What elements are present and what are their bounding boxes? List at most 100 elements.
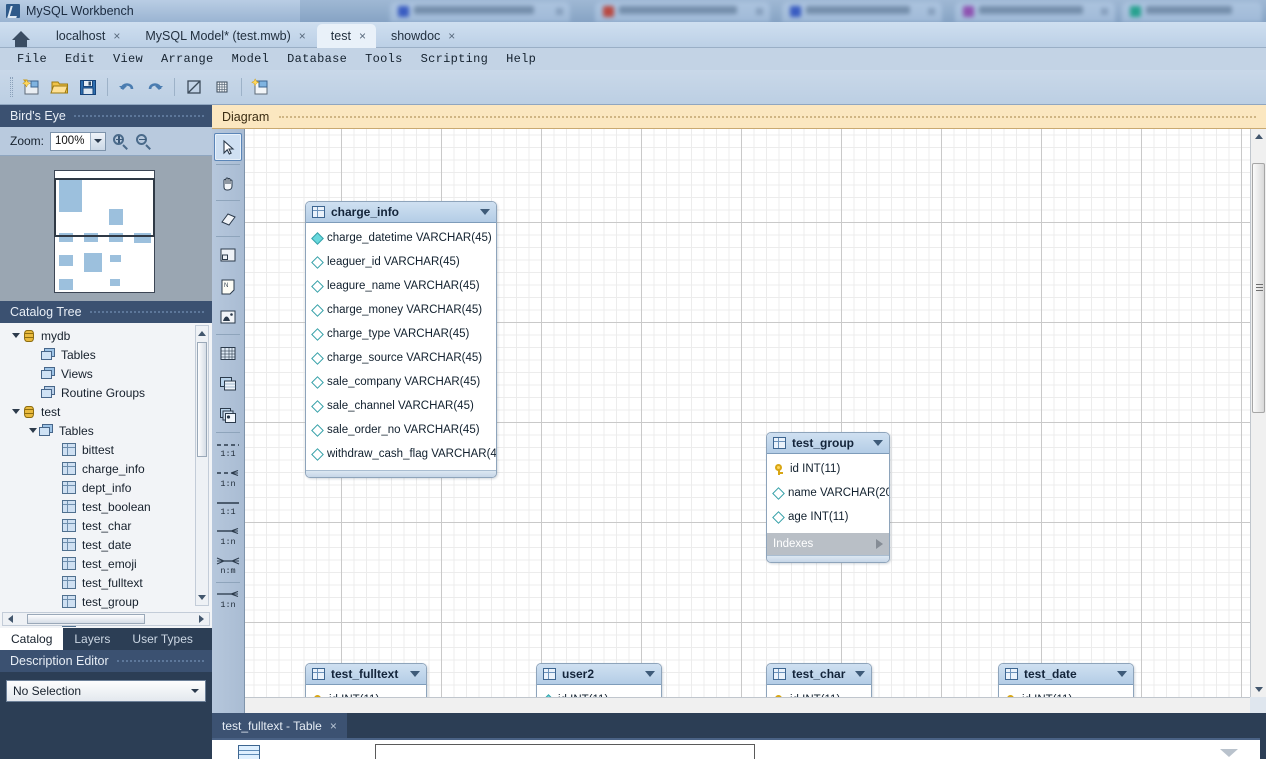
chevron-down-icon[interactable] <box>645 671 655 677</box>
menu-edit[interactable]: Edit <box>56 52 104 66</box>
tree-node-test-char[interactable]: test_char <box>0 516 195 535</box>
column-row[interactable]: age INT(11) <box>767 505 889 529</box>
scroll-left-icon[interactable] <box>4 613 17 625</box>
close-icon[interactable]: × <box>299 29 306 43</box>
column-row[interactable]: id INT(11) <box>999 688 1133 697</box>
tree-node-test-emoji[interactable]: test_emoji <box>0 554 195 573</box>
table-figure-header[interactable]: charge_info <box>306 202 496 223</box>
toggle-grid-icon[interactable] <box>181 74 207 100</box>
close-icon[interactable] <box>928 8 935 15</box>
column-row[interactable]: charge_money VARCHAR(45) <box>306 298 496 322</box>
table-figure-header[interactable]: test_char <box>767 664 871 685</box>
description-selection-combobox[interactable]: No Selection <box>6 680 206 702</box>
workbench-tab-localhost[interactable]: localhost × <box>42 24 130 48</box>
workbench-tab-mysql-model[interactable]: MySQL Model* (test.mwb) × <box>131 24 315 48</box>
menu-scripting[interactable]: Scripting <box>412 52 498 66</box>
save-model-icon[interactable] <box>75 74 101 100</box>
layer-tool[interactable] <box>214 241 242 269</box>
table-figure-user2[interactable]: user2 id INT(11) <box>536 663 662 697</box>
open-model-icon[interactable] <box>47 74 73 100</box>
table-figure-header[interactable]: test_fulltext <box>306 664 426 685</box>
tree-node-mydb-routine-groups[interactable]: Routine Groups <box>0 383 195 402</box>
tree-node-test-date[interactable]: test_date <box>0 535 195 554</box>
tree-node-test-fulltext[interactable]: test_fulltext <box>0 573 195 592</box>
table-name-field[interactable] <box>375 744 755 759</box>
column-row[interactable]: charge_source VARCHAR(45) <box>306 346 496 370</box>
zoom-in-icon[interactable] <box>112 133 129 150</box>
column-row[interactable]: id INT(11) <box>306 688 426 697</box>
chevron-down-icon[interactable] <box>1117 671 1127 677</box>
scroll-up-icon[interactable] <box>196 327 208 340</box>
relation-1to1-identifying-tool[interactable]: 1:1 <box>214 437 242 463</box>
catalog-vertical-scrollbar[interactable] <box>195 325 209 606</box>
workbench-tab-showdoc[interactable]: showdoc × <box>377 24 465 48</box>
column-row[interactable]: id INT(11) <box>767 457 889 481</box>
tree-node-test-tables[interactable]: Tables <box>0 421 195 440</box>
column-row[interactable]: id INT(11) <box>767 688 871 697</box>
table-figure-header[interactable]: test_date <box>999 664 1133 685</box>
sidebar-tab-user-types[interactable]: User Types <box>121 628 203 650</box>
column-row[interactable]: id INT(11) <box>537 688 661 697</box>
toolbar-grip[interactable] <box>10 77 13 97</box>
note-tool[interactable]: N <box>214 272 242 300</box>
background-browser-tab[interactable] <box>782 2 942 22</box>
workbench-tab-test[interactable]: test × <box>316 24 376 48</box>
birds-eye-view[interactable] <box>0 156 212 301</box>
new-table-tool[interactable] <box>214 339 242 367</box>
table-figure-test-char[interactable]: test_char id INT(11) <box>766 663 872 697</box>
scroll-up-icon[interactable] <box>1251 129 1266 144</box>
menu-arrange[interactable]: Arrange <box>152 52 223 66</box>
tree-node-charge-info[interactable]: charge_info <box>0 459 195 478</box>
canvas-vertical-scrollbar[interactable] <box>1250 129 1266 697</box>
new-model-icon[interactable] <box>19 74 45 100</box>
new-view-tool[interactable] <box>214 370 242 398</box>
table-figure-test-date[interactable]: test_date id INT(11) <box>998 663 1134 697</box>
scrollbar-thumb[interactable] <box>27 614 145 624</box>
tree-node-mydb-tables[interactable]: Tables <box>0 345 195 364</box>
new-diagram-icon[interactable] <box>248 74 274 100</box>
column-row[interactable]: sale_channel VARCHAR(45) <box>306 394 496 418</box>
menu-tools[interactable]: Tools <box>356 52 412 66</box>
background-browser-tab[interactable] <box>1122 2 1262 22</box>
home-icon[interactable] <box>8 24 34 47</box>
scrollbar-thumb[interactable] <box>1252 163 1265 413</box>
tree-node-test[interactable]: test <box>0 402 195 421</box>
sidebar-tab-layers[interactable]: Layers <box>63 628 121 650</box>
close-icon[interactable] <box>1101 8 1108 15</box>
scroll-right-icon[interactable] <box>195 613 208 625</box>
image-tool[interactable] <box>214 303 242 331</box>
chevron-down-icon[interactable] <box>410 671 420 677</box>
table-figure-indexes-section[interactable]: Indexes <box>767 533 889 555</box>
close-icon[interactable]: × <box>359 29 366 43</box>
birds-eye-viewport[interactable] <box>54 178 155 237</box>
relation-1to1-nonidentifying-tool[interactable]: 1:1 <box>214 495 242 521</box>
close-icon[interactable] <box>556 8 563 15</box>
column-row[interactable]: sale_order_no VARCHAR(45) <box>306 418 496 442</box>
chevron-down-icon[interactable] <box>10 333 22 338</box>
pointer-tool[interactable] <box>214 133 242 161</box>
chevron-right-icon[interactable] <box>876 539 883 549</box>
menu-view[interactable]: View <box>104 52 152 66</box>
table-figure-charge-info[interactable]: charge_info charge_datetime VARCHAR(45) … <box>305 201 497 478</box>
background-browser-tab[interactable] <box>595 2 770 22</box>
catalog-horizontal-scrollbar[interactable] <box>2 612 210 626</box>
dock-tab-test-fulltext-table[interactable]: test_fulltext - Table × <box>212 713 347 738</box>
scrollbar-thumb[interactable] <box>197 342 207 457</box>
chevron-down-icon[interactable] <box>10 409 22 414</box>
background-browser-tab[interactable] <box>390 2 570 22</box>
relation-ntom-tool[interactable]: n:m <box>214 553 242 579</box>
undo-icon[interactable] <box>114 74 140 100</box>
scroll-down-icon[interactable] <box>196 591 208 604</box>
column-row[interactable]: leaguer_id VARCHAR(45) <box>306 250 496 274</box>
close-icon[interactable]: × <box>113 29 120 43</box>
tree-node-mydb-views[interactable]: Views <box>0 364 195 383</box>
table-figure-header[interactable]: test_group <box>767 433 889 454</box>
sidebar-tab-catalog[interactable]: Catalog <box>0 628 64 650</box>
canvas-horizontal-scrollbar[interactable] <box>245 697 1250 713</box>
hand-tool[interactable] <box>214 169 242 197</box>
scroll-down-icon[interactable] <box>1251 682 1266 697</box>
grid-align-icon[interactable] <box>209 74 235 100</box>
tree-node-test-boolean[interactable]: test_boolean <box>0 497 195 516</box>
column-row[interactable]: name VARCHAR(20) <box>767 481 889 505</box>
menu-help[interactable]: Help <box>497 52 545 66</box>
